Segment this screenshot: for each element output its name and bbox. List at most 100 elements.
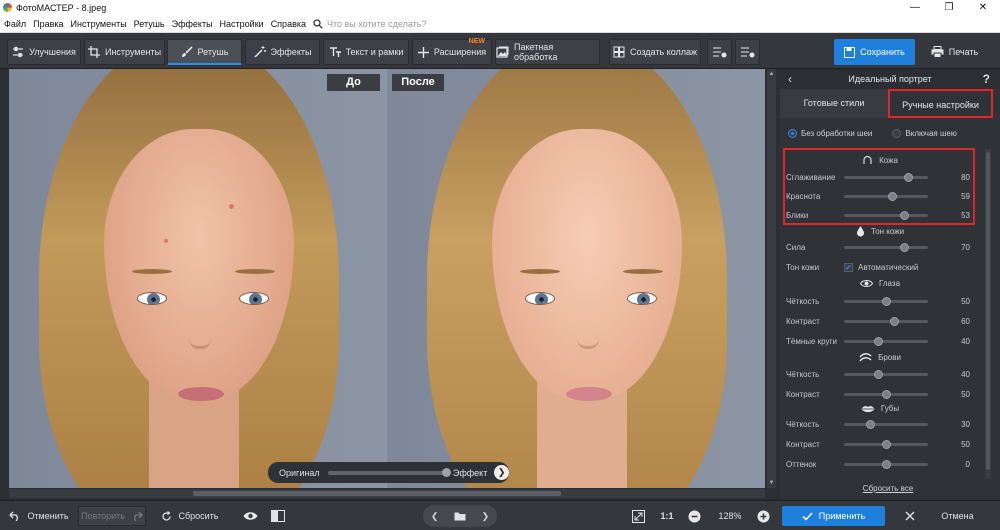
zoom-out-button[interactable] xyxy=(686,506,702,526)
menu-tools[interactable]: Инструменты xyxy=(67,19,130,29)
horizontal-scrollbar[interactable] xyxy=(9,489,765,498)
slider-track[interactable] xyxy=(844,210,928,220)
zoom-in-button[interactable] xyxy=(755,506,771,526)
slider-knob[interactable] xyxy=(882,389,891,399)
slider-track[interactable] xyxy=(844,316,928,326)
radio-no-neck[interactable]: Без обработки шеи xyxy=(788,129,872,138)
tab-text-frames[interactable]: Текст и рамки xyxy=(323,39,409,65)
menu-help[interactable]: Справка xyxy=(267,19,309,29)
slider-row[interactable]: Оттенок 0 xyxy=(786,457,976,471)
scroll-down-icon[interactable]: ▼ xyxy=(768,480,775,486)
slider-knob[interactable] xyxy=(900,242,909,252)
print-button[interactable]: Печать xyxy=(917,39,992,65)
slider-label: Контраст xyxy=(786,316,820,326)
preview-toggle[interactable] xyxy=(240,506,260,526)
effect-slider-knob[interactable] xyxy=(441,467,451,477)
menu-search[interactable]: Что вы хотите сделать? xyxy=(313,19,427,29)
compare-add-button[interactable] xyxy=(707,39,732,65)
tab-enhance[interactable]: Улучшения xyxy=(7,39,81,65)
slider-knob[interactable] xyxy=(904,172,913,182)
fullscreen-icon xyxy=(631,509,645,523)
redo-button[interactable]: Повторить xyxy=(78,506,146,526)
slider-row[interactable]: Контраст 60 xyxy=(786,314,976,328)
slider-knob[interactable] xyxy=(882,459,891,469)
slider-row[interactable]: Чёткость 30 xyxy=(786,417,976,431)
chevron-left-icon[interactable]: ❮ xyxy=(431,511,439,522)
plus-circle-icon xyxy=(757,510,769,522)
panel-scrollbar[interactable] xyxy=(985,149,991,479)
menu-retouch[interactable]: Ретушь xyxy=(130,19,168,29)
tab-ready-styles[interactable]: Готовые стили xyxy=(780,89,888,118)
chevron-right-icon[interactable]: ❯ xyxy=(482,511,490,522)
slider-row[interactable]: Блики 53 xyxy=(786,208,976,222)
effect-strength-slider[interactable]: Оригинал Эффект ❯ xyxy=(268,462,509,483)
close-window-button[interactable]: ✕ xyxy=(966,0,1000,15)
radio-with-neck[interactable]: Включая шею xyxy=(892,129,957,138)
slider-knob[interactable] xyxy=(874,336,883,346)
auto-checkbox[interactable]: ✔ Автоматический xyxy=(844,262,918,272)
compare-info-button[interactable] xyxy=(735,39,760,65)
slider-row[interactable]: Контраст 50 xyxy=(786,387,976,401)
slider-track[interactable] xyxy=(844,439,928,449)
slider-track[interactable] xyxy=(844,296,928,306)
scroll-up-icon[interactable]: ▲ xyxy=(768,71,775,77)
menu-settings[interactable]: Настройки xyxy=(216,19,267,29)
slider-track[interactable] xyxy=(844,172,928,182)
slider-knob[interactable] xyxy=(888,191,897,201)
minimize-button[interactable]: — xyxy=(898,0,932,15)
tab-manual-settings[interactable]: Ручные настройки xyxy=(888,89,993,118)
slider-track[interactable] xyxy=(844,369,928,379)
create-collage-button[interactable]: Создать коллаж xyxy=(609,39,701,65)
slider-row[interactable]: Чёткость 50 xyxy=(786,294,976,308)
reset-button[interactable]: Сбросить xyxy=(160,506,220,526)
reset-all-link[interactable]: Сбросить все xyxy=(780,484,996,493)
apply-button[interactable]: Применить xyxy=(782,506,885,526)
batch-processing-button[interactable]: Пакетная обработка xyxy=(495,39,600,65)
panel-scroll-thumb[interactable] xyxy=(986,152,990,470)
slider-knob[interactable] xyxy=(874,369,883,379)
menu-effects[interactable]: Эффекты xyxy=(168,19,216,29)
slider-knob[interactable] xyxy=(866,419,875,429)
slider-knob[interactable] xyxy=(890,316,899,326)
fit-screen-button[interactable] xyxy=(628,506,648,526)
slider-row[interactable]: Сглаживание 80 xyxy=(786,170,976,184)
effect-slider-track[interactable] xyxy=(327,467,451,477)
slider-row[interactable]: Тёмные круги 40 xyxy=(786,334,976,348)
tab-retouch[interactable]: Ретушь xyxy=(167,39,242,65)
actual-size-button[interactable]: 1:1 xyxy=(656,506,678,526)
cancel-button[interactable]: Отмена xyxy=(892,506,987,526)
menu-edit[interactable]: Правка xyxy=(29,19,66,29)
slider-track[interactable] xyxy=(844,419,928,429)
help-icon[interactable]: ? xyxy=(983,72,990,86)
after-label[interactable]: После xyxy=(392,74,444,91)
back-arrow-icon[interactable]: ‹ xyxy=(788,72,792,86)
maximize-button[interactable]: ❐ xyxy=(932,0,966,15)
slider-track[interactable] xyxy=(844,191,928,201)
scrollbar-thumb[interactable] xyxy=(193,491,561,496)
undo-button[interactable]: Отменить xyxy=(8,506,70,526)
tab-extensions[interactable]: Расширения NEW xyxy=(412,38,492,65)
slider-track[interactable] xyxy=(844,389,928,399)
panel-title: Идеальный портрет xyxy=(848,74,932,84)
slider-knob[interactable] xyxy=(900,210,909,220)
chevron-right-icon[interactable]: ❯ xyxy=(494,465,509,480)
folder-icon[interactable] xyxy=(454,511,466,521)
split-view-toggle[interactable] xyxy=(268,506,288,526)
vertical-scrollbar[interactable]: ▲ ▼ xyxy=(767,69,776,488)
slider-row[interactable]: Контраст 50 xyxy=(786,437,976,451)
slider-track[interactable] xyxy=(844,459,928,469)
photo-comparison[interactable] xyxy=(9,69,765,488)
save-button[interactable]: Сохранить xyxy=(834,39,915,65)
slider-knob[interactable] xyxy=(882,439,891,449)
menu-file[interactable]: Файл xyxy=(0,19,29,29)
before-label[interactable]: До xyxy=(327,74,380,91)
slider-row[interactable]: Чёткость 40 xyxy=(786,367,976,381)
slider-track[interactable] xyxy=(844,336,928,346)
tab-tools[interactable]: Инструменты xyxy=(84,39,165,65)
tab-effects[interactable]: Эффекты xyxy=(245,39,320,65)
slider-value: 50 xyxy=(961,296,970,306)
slider-knob[interactable] xyxy=(882,296,891,306)
slider-row[interactable]: Краснота 59 xyxy=(786,189,976,203)
slider-row[interactable]: Сила 70 xyxy=(786,240,976,254)
slider-track[interactable] xyxy=(844,242,928,252)
